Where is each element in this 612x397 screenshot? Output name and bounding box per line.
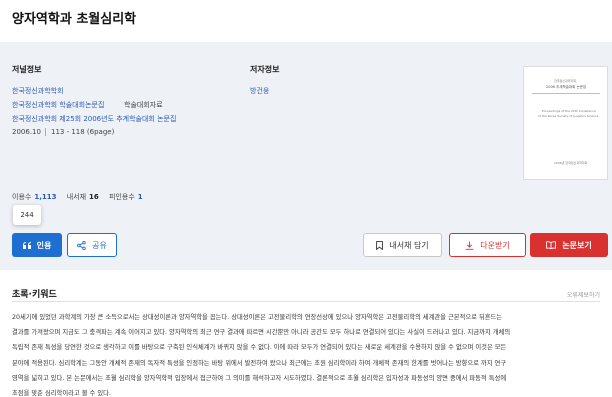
cover-sub2: of the Korea Society of Jungshin Science (538, 114, 599, 118)
usage-tooltip: 244 (13, 205, 41, 225)
publication-type: 학술대회자료 (124, 101, 163, 109)
cited-stat: 피인용수 1 (109, 193, 143, 201)
save-to-library-button[interactable]: 내서재 담기 (363, 233, 442, 257)
proceedings-link[interactable]: 한국정신과학회 제25회 2006년도 추계학술대회 논문집 (12, 114, 176, 124)
saved-label: 내서재 (66, 193, 87, 201)
bookmark-icon (376, 240, 384, 250)
cite-button[interactable]: 인용 (12, 233, 62, 257)
download-label: 다운받기 (480, 240, 510, 250)
separator (45, 128, 46, 136)
author-heading: 저자정보 (250, 65, 280, 74)
cite-label: 인용 (36, 240, 52, 250)
save-label: 내서재 담기 (389, 240, 429, 250)
book-icon (546, 241, 557, 249)
cover-rule (532, 93, 600, 94)
publication-date: 2006.10 (12, 128, 41, 136)
abstract-line: 분야에 적용된다. 심리학계는 그동안 개체적 존재의 독자적 특성을 인정하는… (12, 359, 507, 367)
download-button[interactable]: 다운받기 (449, 233, 526, 257)
share-button[interactable]: 공유 (67, 233, 117, 257)
publication-pages: 113 - 118 (6page) (51, 128, 115, 136)
abstract-line: 영역을 넓히고 있다. 본 논문에서는 초월 심리학을 양자역학적 입장에서 접… (12, 374, 507, 382)
usage-stat: 이용수 1,113 (12, 193, 56, 201)
abstract-line: 초점을 맞춘 심리학이라고 볼 수 있다. (12, 390, 111, 397)
cover-main-title: 2006 추계학술대회 논문집 (546, 85, 587, 89)
abstract-text: 20세기에 있었던 과학계의 가장 큰 소득으로서는 상대성이론과 양자역학을 … (12, 310, 604, 397)
usage-value: 1,113 (34, 193, 57, 201)
cover-thumbnail[interactable]: 한국정신과학학회 2006 추계학술대회 논문집 Proceedings of … (523, 66, 608, 180)
abstract-line: 독립적 존재 특성을 당연한 것으로 생각하고 이를 바탕으로 구축된 인식체계… (12, 344, 507, 352)
cited-value: 1 (137, 193, 143, 201)
usage-label: 이용수 (12, 193, 32, 201)
cover-small-top: 한국정신과학학회 (554, 79, 577, 83)
section-heading: 초록·키워드 (12, 290, 57, 300)
report-error-link[interactable]: 오류제보하기 (567, 290, 600, 299)
view-paper-button[interactable]: 논문보기 (530, 233, 608, 257)
page-title: 양자역학과 초월심리학 (12, 12, 137, 27)
stats-row: 이용수 1,113 내서재 16 피인용수 1 (12, 192, 151, 202)
author-link[interactable]: 방건웅 (250, 86, 269, 96)
cover-bottom: 2006년 한국정신과학학회 (554, 161, 588, 165)
quote-icon (22, 241, 31, 249)
saved-stat: 내서재 16 (67, 193, 99, 201)
download-icon (465, 241, 474, 250)
conference-link[interactable]: 한국정신과학회 학술대회논문집 (12, 100, 104, 110)
cited-label: 피인용수 (109, 193, 135, 201)
cover-sub1: Proceedings of the 25th Conference (542, 109, 596, 113)
publication-heading: 저널정보 (12, 65, 42, 74)
section-divider (12, 301, 600, 302)
abstract-line: 결과를 가져왔으며 지금도 그 충격파는 계속 이어지고 있다. 양자역학의 최… (12, 329, 511, 337)
society-link[interactable]: 한국정신과학학회 (12, 86, 64, 96)
abstract-line: 20세기에 있었던 과학계의 가장 큰 소득으로서는 상대성이론과 양자역학을 … (12, 314, 503, 321)
view-label: 논문보기 (562, 240, 592, 250)
share-label: 공유 (92, 240, 107, 250)
share-icon (77, 240, 86, 250)
saved-value: 16 (89, 193, 99, 201)
